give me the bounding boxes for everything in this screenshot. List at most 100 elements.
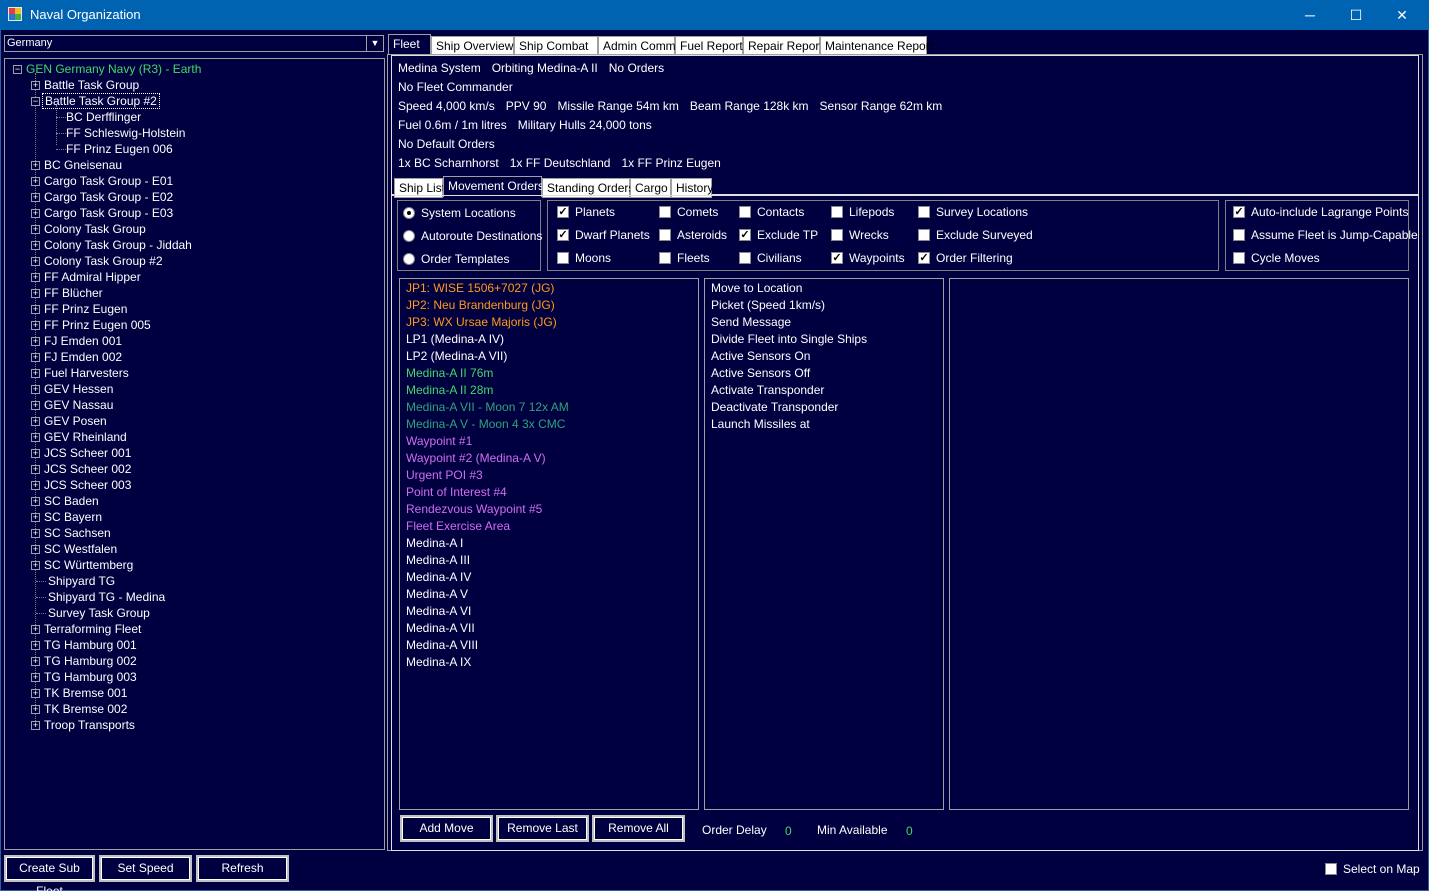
location-item[interactable]: Waypoint #2 (Medina-A V)	[406, 450, 546, 467]
expand-icon[interactable]: +	[31, 417, 40, 426]
expand-icon[interactable]: +	[31, 193, 40, 202]
location-item[interactable]: Medina-A VIII	[406, 637, 478, 654]
expand-icon[interactable]: +	[31, 465, 40, 474]
location-item[interactable]: Fleet Exercise Area	[406, 518, 510, 535]
expand-icon[interactable]: +	[31, 305, 40, 314]
expand-icon[interactable]: +	[31, 337, 40, 346]
tab-maintenance-report[interactable]: Maintenance Report	[820, 36, 933, 56]
location-item[interactable]: Medina-A IX	[406, 654, 471, 671]
checkbox-box[interactable]	[659, 206, 671, 218]
location-item[interactable]: Medina-A VII	[406, 620, 475, 637]
expand-icon[interactable]: +	[31, 433, 40, 442]
maximize-button[interactable]: ☐	[1333, 0, 1379, 30]
location-item[interactable]: Rendezvous Waypoint #5	[406, 501, 542, 518]
expand-icon[interactable]: +	[31, 353, 40, 362]
action-item[interactable]: Picket (Speed 1km/s)	[711, 297, 825, 314]
radio-button[interactable]	[403, 207, 415, 219]
action-item[interactable]: Send Message	[711, 314, 791, 331]
expand-icon[interactable]: +	[31, 289, 40, 298]
action-item[interactable]: Active Sensors Off	[711, 365, 810, 382]
action-item[interactable]: Deactivate Transponder	[711, 399, 838, 416]
expand-icon[interactable]: +	[31, 561, 40, 570]
location-item[interactable]: Medina-A VII - Moon 7 12x AM	[406, 399, 569, 416]
expand-icon[interactable]: +	[31, 81, 40, 90]
expand-icon[interactable]: +	[31, 369, 40, 378]
race-select[interactable]: Germany ▼	[4, 35, 384, 52]
fleet-tree[interactable]: − GEN Germany Navy (R3) - Earth + Battle Ta…	[4, 58, 385, 850]
orders-list[interactable]	[949, 278, 1409, 810]
expand-icon[interactable]: +	[31, 385, 40, 394]
tab-fleet[interactable]: Fleet	[388, 34, 431, 55]
tab-ship-combat[interactable]: Ship Combat	[514, 36, 598, 56]
expand-icon[interactable]: +	[31, 673, 40, 682]
action-item[interactable]: Activate Transponder	[711, 382, 824, 399]
refresh-button[interactable]: Refresh	[196, 855, 289, 882]
location-item[interactable]: Medina-A I	[406, 535, 463, 552]
action-item[interactable]: Active Sensors On	[711, 348, 810, 365]
checkbox-box[interactable]	[918, 229, 930, 241]
expand-icon[interactable]: +	[31, 449, 40, 458]
expand-icon[interactable]: +	[31, 321, 40, 330]
location-item[interactable]: Medina-A II 76m	[406, 365, 493, 382]
location-item[interactable]: Urgent POI #3	[406, 467, 483, 484]
expand-icon[interactable]: +	[31, 209, 40, 218]
location-item[interactable]: Waypoint #1	[406, 433, 472, 450]
expand-icon[interactable]: +	[31, 689, 40, 698]
checkbox-box[interactable]: ✓	[918, 252, 930, 264]
radio-button[interactable]	[403, 230, 415, 242]
remove-all-button[interactable]: Remove All	[592, 815, 685, 842]
checkbox-box[interactable]	[659, 229, 671, 241]
checkbox-box[interactable]	[739, 206, 751, 218]
expand-icon[interactable]: +	[31, 257, 40, 266]
expand-icon[interactable]: +	[31, 513, 40, 522]
expand-icon[interactable]: +	[31, 545, 40, 554]
system-locations-list[interactable]: JP1: WISE 1506+7027 (JG) JP2: Neu Branden…	[399, 278, 699, 810]
expand-icon[interactable]: +	[31, 177, 40, 186]
checkbox-box[interactable]	[831, 206, 843, 218]
expand-icon[interactable]: +	[31, 625, 40, 634]
location-item[interactable]: Medina-A V	[406, 586, 468, 603]
min-available-value[interactable]: 0	[906, 824, 913, 838]
order-delay-value[interactable]: 0	[785, 824, 792, 838]
expand-icon[interactable]: +	[31, 225, 40, 234]
action-item[interactable]: Launch Missiles at	[711, 416, 810, 433]
set-speed-button[interactable]: Set Speed	[99, 855, 192, 882]
checkbox-box[interactable]: ✓	[739, 229, 751, 241]
tab-admin-command[interactable]: Admin Command	[598, 36, 696, 56]
available-actions-list[interactable]: Move to Location Picket (Speed 1km/s) Send…	[704, 278, 944, 810]
checkbox-box[interactable]	[918, 206, 930, 218]
checkbox-box[interactable]: ✓	[1233, 206, 1245, 218]
collapse-icon[interactable]: −	[13, 65, 22, 74]
location-item[interactable]: Medina-A VI	[406, 603, 471, 620]
close-button[interactable]: ✕	[1379, 0, 1425, 30]
expand-icon[interactable]: +	[31, 657, 40, 666]
expand-icon[interactable]: +	[31, 497, 40, 506]
checkbox-box[interactable]: ✓	[557, 206, 569, 218]
radio-button[interactable]	[403, 253, 415, 265]
location-item[interactable]: Medina-A IV	[406, 569, 471, 586]
checkbox-box[interactable]: ✓	[831, 252, 843, 264]
checkbox-box[interactable]	[1325, 863, 1337, 875]
expand-icon[interactable]: +	[31, 161, 40, 170]
location-item[interactable]: LP2 (Medina-A VII)	[406, 348, 507, 365]
remove-last-button[interactable]: Remove Last	[496, 815, 589, 842]
expand-icon[interactable]: +	[31, 705, 40, 714]
checkbox-box[interactable]	[557, 252, 569, 264]
tab-ship-overview[interactable]: Ship Overview	[431, 36, 514, 56]
expand-icon[interactable]: +	[31, 481, 40, 490]
chevron-down-icon[interactable]: ▼	[366, 36, 383, 51]
location-item[interactable]: Medina-A II 28m	[406, 382, 493, 399]
location-item[interactable]: LP1 (Medina-A IV)	[406, 331, 504, 348]
expand-icon[interactable]: +	[31, 273, 40, 282]
expand-icon[interactable]: +	[31, 401, 40, 410]
tab-fuel-report[interactable]: Fuel Report	[675, 36, 743, 56]
expand-icon[interactable]: +	[31, 529, 40, 538]
location-item[interactable]: Medina-A V - Moon 4 3x CMC	[406, 416, 565, 433]
expand-icon[interactable]: +	[31, 721, 40, 730]
location-item[interactable]: Point of Interest #4	[406, 484, 507, 501]
location-item[interactable]: JP3: WX Ursae Majoris (JG)	[406, 314, 557, 331]
checkbox-box[interactable]	[1233, 252, 1245, 264]
create-sub-fleet-button[interactable]: Create Sub Fleet	[4, 855, 95, 891]
subtab-movement-orders[interactable]: Movement Orders	[443, 176, 544, 197]
collapse-icon[interactable]: −	[31, 97, 40, 106]
